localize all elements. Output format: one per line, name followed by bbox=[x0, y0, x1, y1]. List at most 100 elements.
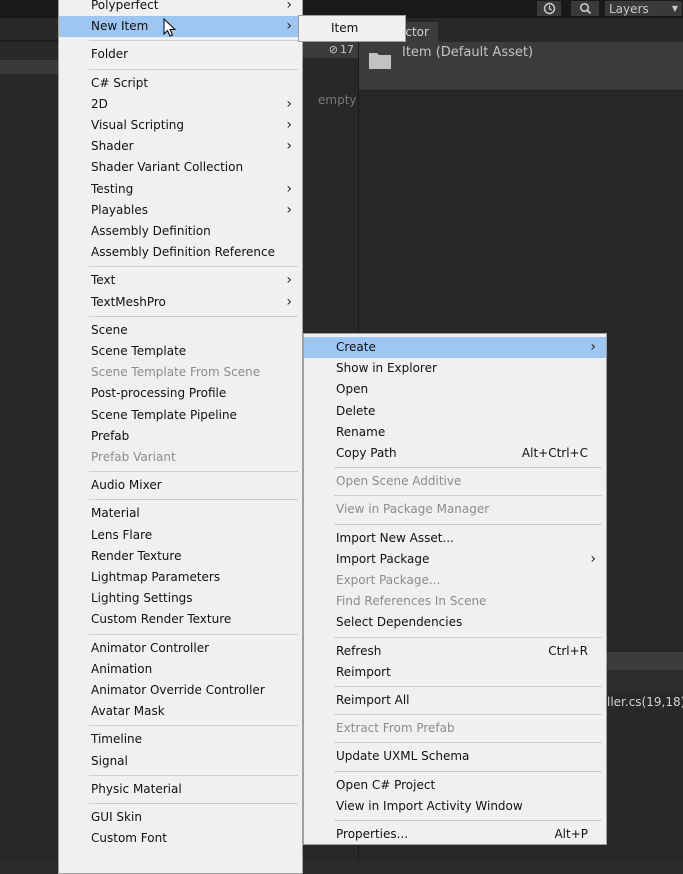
menu-item-animator-override-controller[interactable]: Animator Override Controller bbox=[59, 680, 302, 701]
menu-item-prefab-variant: Prefab Variant bbox=[59, 447, 302, 468]
menu-item-label: Testing bbox=[91, 181, 134, 196]
menu-item-item[interactable]: Item bbox=[299, 18, 405, 39]
menu-item-properties[interactable]: Properties... Alt+P bbox=[304, 824, 606, 845]
menu-item-custom-render-texture[interactable]: Custom Render Texture bbox=[59, 609, 302, 630]
menu-item-label: Assembly Definition Reference bbox=[91, 245, 276, 260]
menu-item-c-script[interactable]: C# Script bbox=[59, 73, 302, 94]
menu-item-copy-path[interactable]: Copy Path Alt+Ctrl+C bbox=[304, 443, 606, 464]
chevron-right-icon: › bbox=[286, 272, 292, 289]
menu-item-playables[interactable]: Playables › bbox=[59, 200, 302, 221]
menu-item-label: Open bbox=[336, 382, 369, 397]
visibility-icon[interactable]: ⊘ bbox=[329, 43, 338, 56]
menu-item-material[interactable]: Material bbox=[59, 503, 302, 524]
menu-item-prefab[interactable]: Prefab bbox=[59, 426, 302, 447]
menu-separator bbox=[334, 467, 602, 469]
menu-item-scene-template-pipeline[interactable]: Scene Template Pipeline bbox=[59, 405, 302, 426]
menu-item-folder[interactable]: Folder bbox=[59, 44, 302, 65]
menu-item-view-in-package-manager: View in Package Manager bbox=[304, 499, 606, 520]
menu-item-show-in-explorer[interactable]: Show in Explorer bbox=[304, 358, 606, 379]
menu-item-assembly-definition-reference[interactable]: Assembly Definition Reference bbox=[59, 242, 302, 263]
console-message[interactable]: ller.cs(19,18): bbox=[607, 695, 683, 709]
menu-item-avatar-mask[interactable]: Avatar Mask bbox=[59, 701, 302, 722]
menu-item-label: Copy Path bbox=[336, 446, 397, 460]
menu-item-render-texture[interactable]: Render Texture bbox=[59, 546, 302, 567]
menu-item-physic-material[interactable]: Physic Material bbox=[59, 779, 302, 800]
menu-item-open[interactable]: Open bbox=[304, 379, 606, 400]
chevron-right-icon: › bbox=[286, 117, 292, 133]
menu-item-label: Visual Scripting bbox=[91, 118, 184, 132]
menu-separator bbox=[89, 471, 298, 473]
menu-item-animation[interactable]: Animation bbox=[59, 659, 302, 680]
layers-dropdown[interactable]: Layers ▼ bbox=[604, 0, 683, 17]
menu-item-textmeshpro[interactable]: TextMeshPro › bbox=[59, 292, 302, 313]
menu-item-2d[interactable]: 2D › bbox=[59, 94, 302, 115]
menu-item-label: Scene Template From Scene bbox=[91, 365, 261, 380]
menu-separator bbox=[334, 820, 602, 821]
menu-item-label: Export Package... bbox=[336, 573, 441, 587]
menu-separator bbox=[89, 774, 298, 776]
menu-item-post-processing-profile[interactable]: Post-processing Profile bbox=[59, 383, 302, 404]
menu-item-select-dependencies[interactable]: Select Dependencies bbox=[304, 612, 606, 633]
chevron-right-icon: › bbox=[286, 18, 292, 35]
menu-item-visual-scripting[interactable]: Visual Scripting › bbox=[59, 115, 302, 136]
menu-item-lightmap-parameters[interactable]: Lightmap Parameters bbox=[59, 567, 302, 588]
menu-separator bbox=[334, 714, 602, 716]
left-panel-row bbox=[0, 60, 58, 74]
menu-item-label: Material bbox=[91, 506, 140, 521]
menu-item-label: Scene Template Pipeline bbox=[91, 407, 237, 422]
menu-item-label: Rename bbox=[336, 424, 386, 439]
search-icon bbox=[579, 2, 591, 15]
menu-separator bbox=[334, 686, 602, 687]
menu-item-scene-template[interactable]: Scene Template bbox=[59, 341, 302, 362]
menu-item-update-uxml-schema[interactable]: Update UXML Schema bbox=[304, 746, 606, 767]
menu-item-shader[interactable]: Shader › bbox=[59, 136, 302, 157]
menu-item-audio-mixer[interactable]: Audio Mixer bbox=[59, 475, 302, 496]
menu-item-rename[interactable]: Rename bbox=[304, 422, 606, 443]
menu-item-shader-variant-collection[interactable]: Shader Variant Collection bbox=[59, 157, 302, 178]
menu-item-lens-flare[interactable]: Lens Flare bbox=[59, 525, 302, 546]
menu-item-delete[interactable]: Delete bbox=[304, 401, 606, 422]
menu-item-label: Select Dependencies bbox=[336, 615, 463, 630]
chevron-right-icon: › bbox=[590, 339, 596, 355]
menu-item-gui-skin[interactable]: GUI Skin bbox=[59, 807, 302, 828]
menu-item-polyperfect[interactable]: Polyperfect › bbox=[59, 0, 302, 16]
chevron-right-icon: › bbox=[286, 293, 292, 310]
menu-item-import-new-asset[interactable]: Import New Asset... bbox=[304, 528, 606, 549]
menu-item-label: Show in Explorer bbox=[336, 361, 437, 376]
menu-item-label: GUI Skin bbox=[91, 810, 142, 824]
menu-separator bbox=[89, 499, 298, 501]
menu-item-label: Scene bbox=[91, 322, 128, 337]
menu-item-testing[interactable]: Testing › bbox=[59, 179, 302, 200]
menu-separator bbox=[89, 725, 298, 727]
menu-item-new-item[interactable]: New Item › bbox=[59, 16, 302, 38]
history-icon bbox=[543, 2, 555, 15]
menu-item-label: Animator Override Controller bbox=[91, 683, 265, 697]
menu-item-label: Shader Variant Collection bbox=[91, 160, 244, 175]
menu-item-reimport-all[interactable]: Reimport All bbox=[304, 690, 606, 711]
history-button[interactable] bbox=[536, 0, 562, 17]
chevron-down-icon: ▼ bbox=[671, 4, 678, 13]
menu-item-view-in-import-activity-window[interactable]: View in Import Activity Window bbox=[304, 796, 606, 817]
menu-item-reimport[interactable]: Reimport bbox=[304, 662, 606, 683]
menu-item-label: Lighting Settings bbox=[91, 591, 193, 606]
menu-item-lighting-settings[interactable]: Lighting Settings bbox=[59, 588, 302, 609]
menu-item-label: View in Import Activity Window bbox=[336, 798, 523, 813]
menu-item-timeline[interactable]: Timeline bbox=[59, 729, 302, 750]
menu-separator bbox=[89, 40, 298, 42]
menu-item-create[interactable]: Create › bbox=[304, 337, 606, 359]
menu-item-open-c-project[interactable]: Open C# Project bbox=[304, 775, 606, 796]
search-button[interactable] bbox=[570, 0, 600, 17]
menu-item-text[interactable]: Text › bbox=[59, 270, 302, 291]
menu-item-scene[interactable]: Scene bbox=[59, 320, 302, 341]
menu-item-animator-controller[interactable]: Animator Controller bbox=[59, 638, 302, 659]
menu-item-custom-font[interactable]: Custom Font bbox=[59, 828, 302, 849]
menu-item-signal[interactable]: Signal bbox=[59, 751, 302, 772]
menu-item-assembly-definition[interactable]: Assembly Definition bbox=[59, 221, 302, 242]
menu-item-refresh[interactable]: Refresh Ctrl+R bbox=[304, 641, 606, 662]
menu-item-label: Prefab Variant bbox=[91, 450, 176, 464]
menu-item-shortcut: Alt+P bbox=[554, 827, 588, 841]
menu-item-shortcut: Ctrl+R bbox=[548, 643, 588, 658]
menu-item-import-package[interactable]: Import Package › bbox=[304, 549, 606, 570]
chevron-right-icon: › bbox=[286, 95, 292, 112]
menu-item-label: Assembly Definition bbox=[91, 224, 211, 238]
